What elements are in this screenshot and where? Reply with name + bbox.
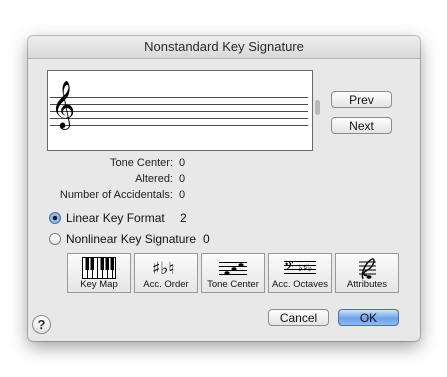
altered-value: 0 [179, 173, 186, 185]
key-signature-dialog: Nonstandard Key Signature 𝄞 Prev Next To… [28, 36, 420, 341]
ok-button[interactable]: OK [338, 309, 399, 326]
nonlinear-key-signature-label[interactable]: Nonlinear Key Signature [66, 232, 196, 246]
preview-scrollbar[interactable] [314, 70, 321, 150]
altered-label: Altered: [135, 173, 173, 185]
linear-key-format-value: 2 [180, 211, 187, 225]
prev-button[interactable]: Prev [331, 91, 392, 108]
svg-text:♭♯♭: ♭♯♭ [298, 263, 313, 274]
acc-octaves-label: Acc. Octaves [272, 279, 328, 290]
staff-preview: 𝄞 [47, 70, 313, 151]
tone-center-value: 0 [179, 157, 186, 169]
accidentals-value: 0 [179, 189, 186, 201]
tone-center-label: Tone Center [207, 279, 259, 290]
accidentals-icon: ♯♭♮ [152, 259, 174, 279]
bass-clef-staff-icon: 𝄢 ♭♯♭ [284, 259, 316, 277]
nonlinear-key-signature-radio[interactable] [49, 233, 61, 245]
accidentals-label: Number of Accidentals: [59, 189, 173, 201]
attributes-button[interactable]: Attributes [335, 253, 399, 293]
acc-octaves-button[interactable]: 𝄢 ♭♯♭ Acc. Octaves [268, 253, 332, 293]
nonlinear-key-signature-value: 0 [203, 232, 210, 246]
key-map-button[interactable]: Key Map [67, 253, 131, 293]
key-map-label: Key Map [80, 279, 118, 290]
dialog-title: Nonstandard Key Signature [28, 36, 420, 59]
staff-line [50, 125, 308, 126]
linear-key-format-label[interactable]: Linear Key Format [66, 211, 165, 225]
acc-order-label: Acc. Order [143, 279, 189, 290]
cancel-button[interactable]: Cancel [268, 309, 329, 326]
help-button[interactable]: ? [32, 315, 51, 334]
acc-order-button[interactable]: ♯♭♮ Acc. Order [134, 253, 198, 293]
attributes-icon [359, 258, 376, 280]
next-button[interactable]: Next [331, 117, 392, 134]
svg-text:𝄢: 𝄢 [284, 259, 294, 277]
linear-key-format-radio[interactable] [49, 212, 61, 224]
staff-line [50, 111, 308, 112]
tone-center-button[interactable]: Tone Center [201, 253, 265, 293]
staff-line [50, 97, 308, 98]
staff-line [50, 118, 308, 119]
treble-clef-icon: 𝄞 [51, 80, 76, 128]
tone-center-staff-icon [219, 262, 247, 275]
svg-text:♯♭♮: ♯♭♮ [152, 259, 174, 279]
staff-line [50, 104, 308, 105]
piano-keys-icon [82, 257, 116, 279]
scrollbar-thumb[interactable] [315, 100, 320, 115]
tone-center-label: Tone Center: [110, 157, 173, 169]
attributes-label: Attributes [346, 279, 388, 290]
